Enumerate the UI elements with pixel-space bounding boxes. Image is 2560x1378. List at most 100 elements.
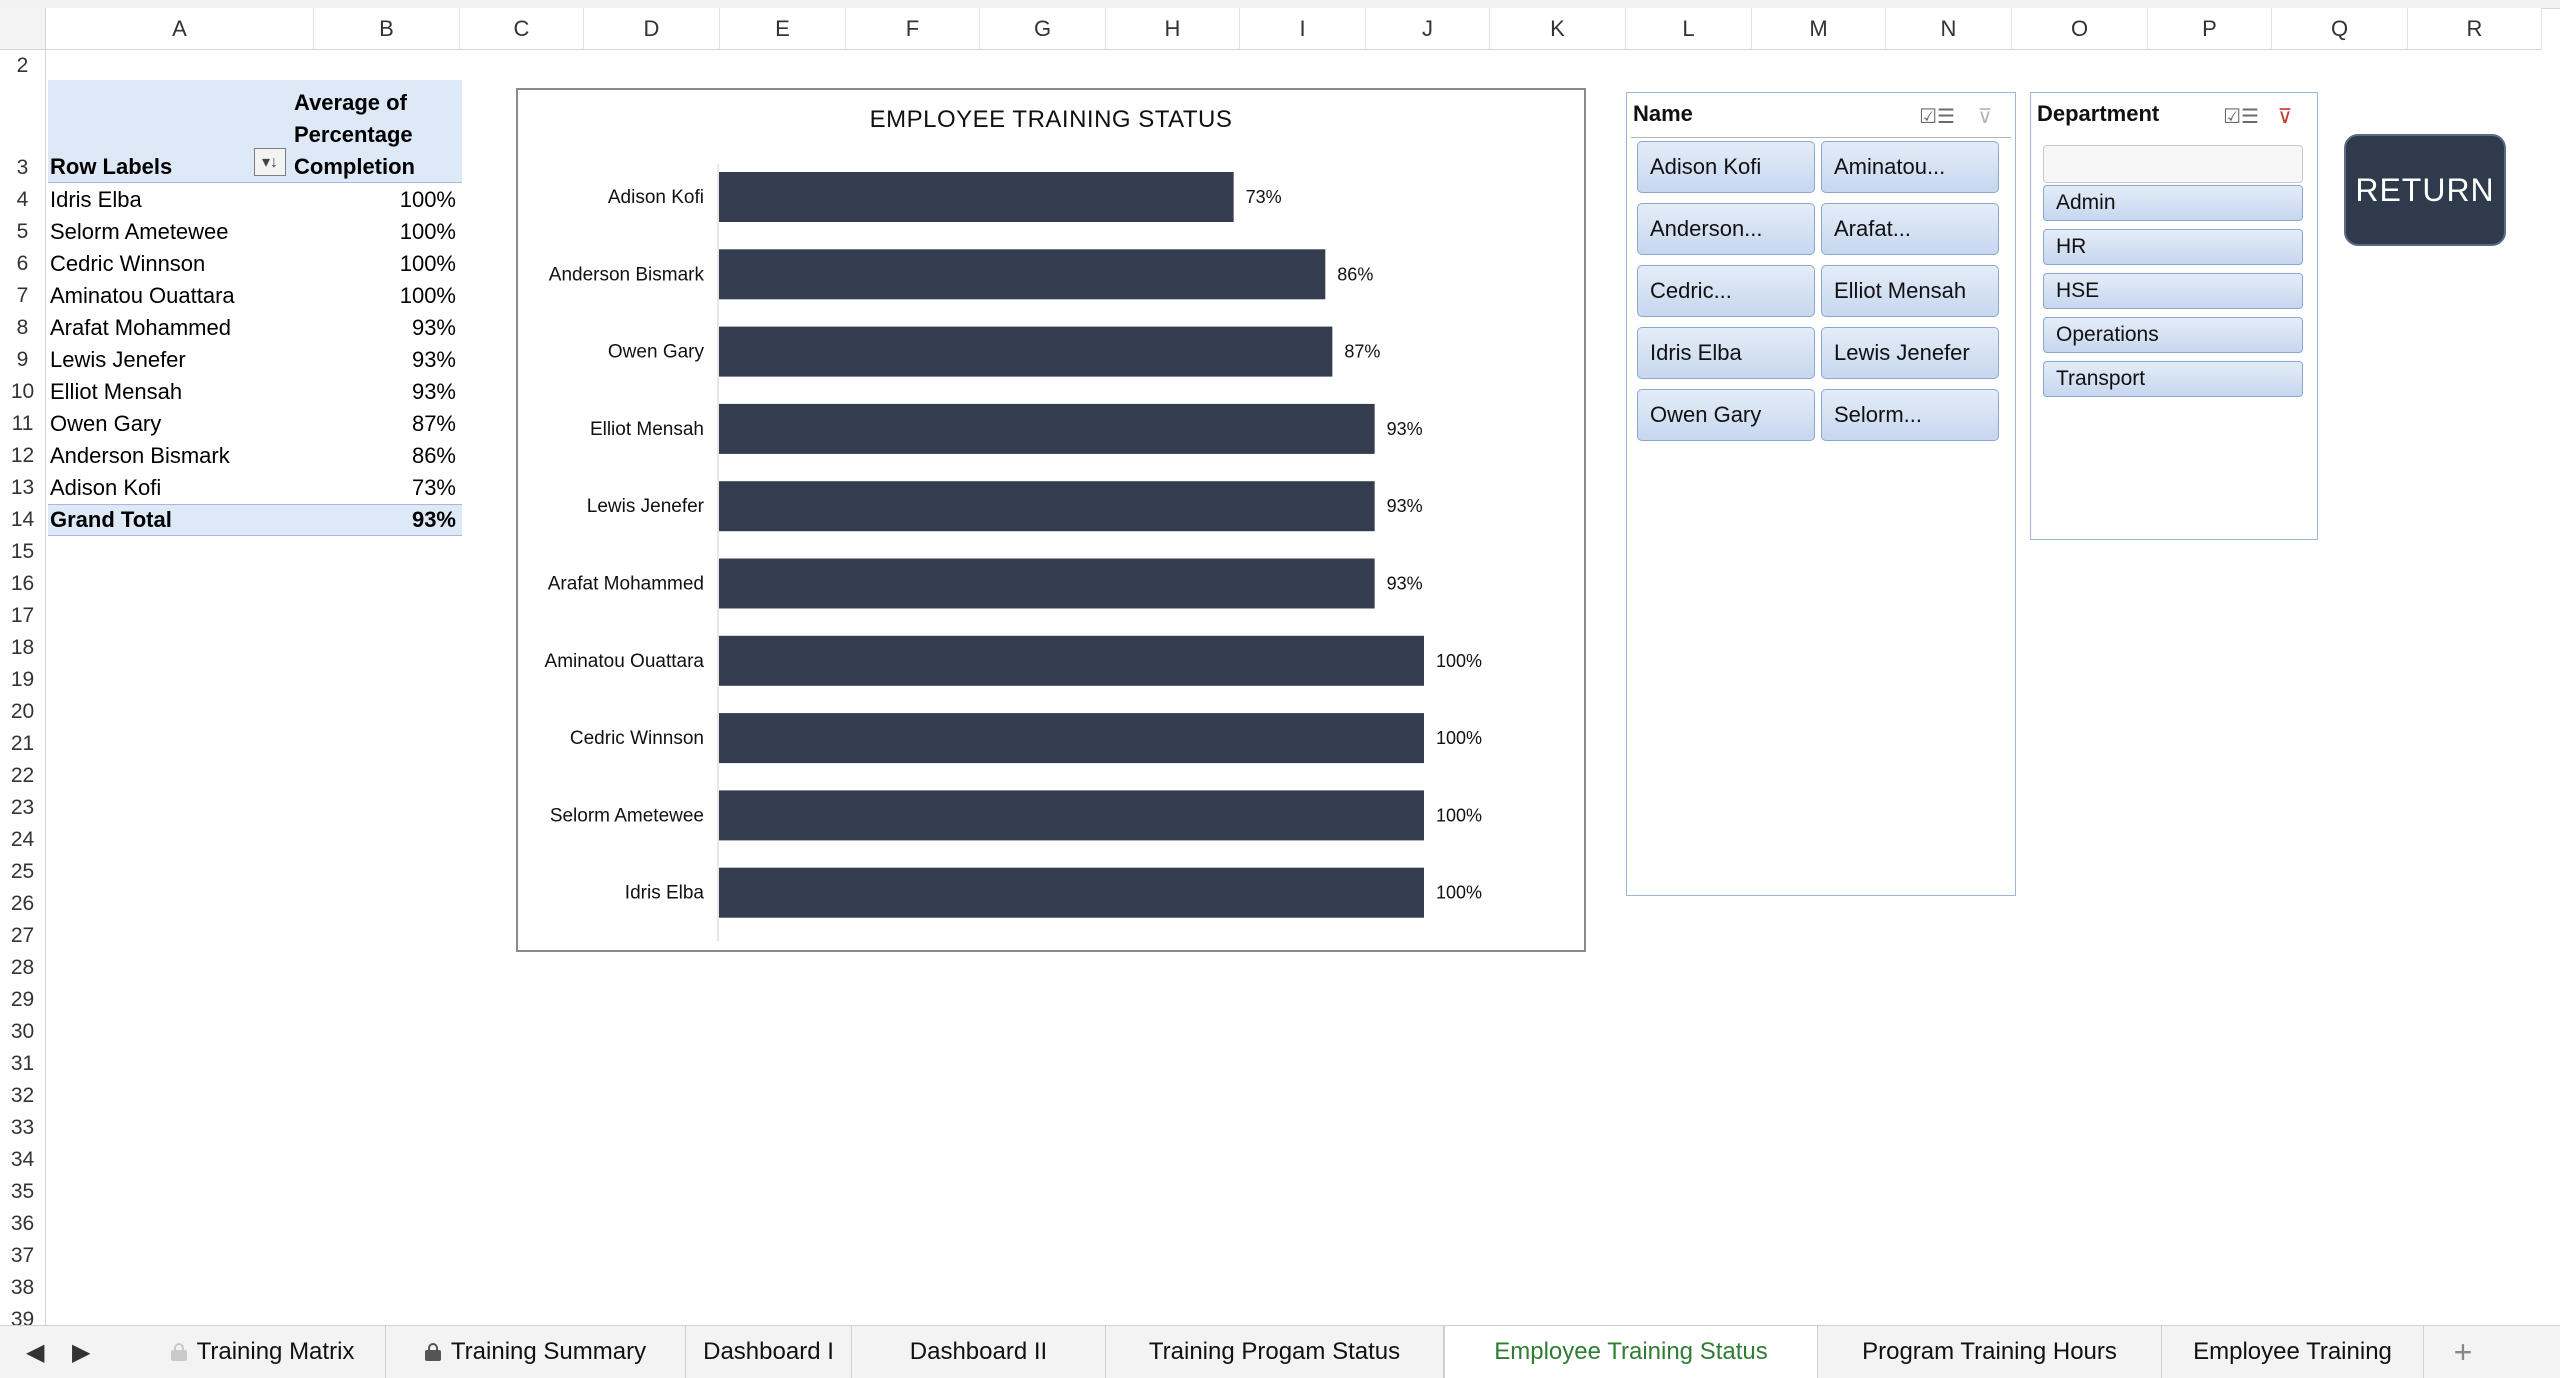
chart-bar[interactable] [719,404,1375,454]
column-header[interactable]: P [2148,8,2272,50]
previous-sheet-icon[interactable]: ◀ [26,1338,44,1367]
column-header[interactable]: M [1752,8,1886,50]
name-slicer-item[interactable]: Selorm... [1821,389,1999,441]
chart-bar[interactable] [719,327,1332,377]
row-header[interactable]: 9 [0,342,46,374]
column-header[interactable]: I [1240,8,1366,50]
select-all-corner[interactable] [0,8,46,50]
row-header[interactable]: 34 [0,1142,46,1174]
pivot-row-label[interactable]: Idris Elba [50,184,142,216]
column-header[interactable]: O [2012,8,2148,50]
department-slicer-item[interactable]: Operations [2043,317,2303,353]
column-header[interactable]: K [1490,8,1626,50]
row-header[interactable]: 16 [0,566,46,598]
return-button[interactable]: RETURN [2344,134,2506,246]
chart-bar[interactable] [719,636,1424,686]
pivot-row-value[interactable]: 73% [300,472,456,504]
sheet-tab[interactable]: Program Training Hours [1818,1326,2162,1378]
sheet-tab[interactable]: Dashboard I [686,1326,852,1378]
pivot-row-label[interactable]: Elliot Mensah [50,376,182,408]
sheet-tab[interactable]: Training Progam Status [1106,1326,1444,1378]
row-header[interactable]: 35 [0,1174,46,1206]
column-header[interactable]: N [1886,8,2012,50]
row-header[interactable]: 11 [0,406,46,438]
row-header[interactable]: 28 [0,950,46,982]
sheet-tab[interactable]: Dashboard II [852,1326,1106,1378]
department-slicer-item[interactable]: HR [2043,229,2303,265]
multi-select-icon[interactable]: ☑☰ [1923,103,1951,129]
column-header[interactable]: J [1366,8,1490,50]
pivot-row-value[interactable]: 100% [300,248,456,280]
sheet-tab[interactable]: Training Summary [386,1326,686,1378]
row-header[interactable]: 15 [0,534,46,566]
pivot-row-label[interactable]: Lewis Jenefer [50,344,186,376]
chart-bar[interactable] [719,713,1424,763]
pivot-row-value[interactable]: 86% [300,440,456,472]
pivot-row-value[interactable]: 100% [300,280,456,312]
worksheet[interactable]: ABCDEFGHIJKLMNOPQR 234567891011121314151… [0,0,2560,1325]
row-header[interactable]: 18 [0,630,46,662]
row-header[interactable]: 22 [0,758,46,790]
chart-bar[interactable] [719,172,1234,222]
chart-bar[interactable] [719,481,1375,531]
sheet-tab[interactable]: Employee Training Status [1444,1326,1818,1378]
chart-bar[interactable] [719,790,1424,840]
multi-select-icon[interactable]: ☑☰ [2227,103,2255,129]
chart-bar[interactable] [719,559,1375,609]
row-header[interactable]: 10 [0,374,46,406]
row-header[interactable]: 39 [0,1302,46,1325]
column-header[interactable]: L [1626,8,1752,50]
chart-bar[interactable] [719,249,1325,299]
pivot-row-value[interactable]: 93% [300,344,456,376]
column-header[interactable]: H [1106,8,1240,50]
clear-filter-icon[interactable]: ⊽ [1971,103,1999,129]
pivot-grand-total-value[interactable]: 93% [300,504,456,536]
pivot-filter-dropdown-icon[interactable]: ▾↓ [254,148,286,176]
row-header[interactable]: 12 [0,438,46,470]
row-header[interactable]: 14 [0,502,46,534]
row-header[interactable]: 27 [0,918,46,950]
department-slicer-item[interactable]: HSE [2043,273,2303,309]
row-header[interactable]: 25 [0,854,46,886]
name-slicer-item[interactable]: Adison Kofi [1637,141,1815,193]
name-slicer-item[interactable]: Idris Elba [1637,327,1815,379]
row-header[interactable]: 2 [0,50,46,80]
row-header[interactable]: 33 [0,1110,46,1142]
next-sheet-icon[interactable]: ▶ [72,1338,90,1367]
row-header[interactable]: 38 [0,1270,46,1302]
column-header[interactable]: E [720,8,846,50]
pivot-row-label[interactable]: Owen Gary [50,408,161,440]
name-slicer-item[interactable]: Owen Gary [1637,389,1815,441]
pivot-row-value[interactable]: 93% [300,376,456,408]
row-header[interactable]: 21 [0,726,46,758]
row-header[interactable]: 4 [0,182,46,214]
row-header[interactable]: 32 [0,1078,46,1110]
row-header[interactable]: 13 [0,470,46,502]
column-header[interactable]: A [46,8,314,50]
add-sheet-icon[interactable]: + [2438,1326,2488,1378]
pivot-row-label[interactable]: Aminatou Ouattara [50,280,235,312]
pivot-row-label[interactable]: Arafat Mohammed [50,312,231,344]
row-header[interactable]: 17 [0,598,46,630]
pivot-row-value[interactable]: 93% [300,312,456,344]
name-slicer-item[interactable]: Anderson... [1637,203,1815,255]
pivot-row-label[interactable]: Anderson Bismark [50,440,230,472]
column-header[interactable]: D [584,8,720,50]
column-header[interactable]: C [460,8,584,50]
chart-bar[interactable] [719,868,1424,918]
column-header[interactable]: G [980,8,1106,50]
name-slicer-item[interactable]: Cedric... [1637,265,1815,317]
pivot-row-label[interactable]: Adison Kofi [50,472,161,504]
pivot-row-label[interactable]: Cedric Winnson [50,248,205,280]
row-header[interactable]: 26 [0,886,46,918]
row-header[interactable]: 37 [0,1238,46,1270]
row-header[interactable]: 31 [0,1046,46,1078]
pivot-row-value[interactable]: 100% [300,184,456,216]
pivot-row-value[interactable]: 87% [300,408,456,440]
row-header[interactable]: 29 [0,982,46,1014]
row-header[interactable]: 30 [0,1014,46,1046]
employee-training-chart[interactable]: EMPLOYEE TRAINING STATUS Adison Kofi73%A… [516,88,1586,952]
department-slicer-item[interactable]: Transport [2043,361,2303,397]
department-search-field[interactable] [2043,145,2303,183]
name-slicer-item[interactable]: Elliot Mensah [1821,265,1999,317]
